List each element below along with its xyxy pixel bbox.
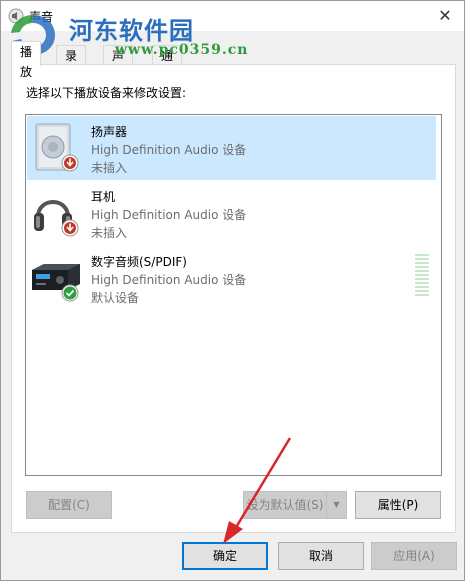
device-status: 未插入	[91, 161, 128, 175]
device-status: 未插入	[91, 226, 128, 240]
set-default-label: 设为默认值(S)	[246, 498, 324, 512]
window-title: 声音	[29, 10, 54, 24]
headphones-icon	[34, 200, 79, 237]
cancel-button[interactable]: 取消	[278, 542, 364, 570]
device-name: 数字音频(S/PDIF)	[91, 255, 187, 269]
close-button[interactable]: ✕	[434, 6, 456, 26]
tab-sounds[interactable]: 声音	[103, 45, 134, 83]
device-driver: High Definition Audio 设备	[91, 143, 247, 157]
tab-recording[interactable]: 录制	[56, 45, 87, 83]
apply-button[interactable]: 应用(A)	[371, 542, 457, 570]
sound-dialog: 声音 ✕ 播放 录制 声音 通信 选择以下播放设备来修改设置:	[0, 0, 465, 581]
ok-button[interactable]: 确定	[182, 542, 268, 570]
device-driver: High Definition Audio 设备	[91, 208, 247, 222]
unplugged-badge-icon	[61, 219, 79, 237]
device-name: 耳机	[91, 190, 116, 204]
speaker-title-icon	[8, 8, 24, 24]
speaker-icon	[35, 123, 79, 172]
device-row-speakers[interactable]: 扬声器 High Definition Audio 设备 未插入	[27, 116, 436, 180]
device-driver: High Definition Audio 设备	[91, 273, 247, 287]
tab-communications[interactable]: 通信	[152, 45, 183, 83]
device-row-headphones[interactable]: 耳机 High Definition Audio 设备 未插入	[27, 181, 436, 245]
device-name: 扬声器	[91, 125, 128, 139]
instruction-label: 选择以下播放设备来修改设置:	[26, 86, 187, 100]
properties-button[interactable]: 属性(P)	[355, 491, 441, 519]
digital-audio-receiver-icon	[32, 264, 80, 302]
tab-playback[interactable]: 播放	[11, 41, 42, 79]
chevron-down-icon[interactable]: ▼	[326, 492, 346, 518]
set-default-button[interactable]: 设为默认值(S) ▼	[243, 491, 347, 519]
unplugged-badge-icon	[61, 154, 79, 172]
default-check-badge-icon	[61, 284, 79, 302]
volume-level-meter	[415, 254, 429, 300]
device-status: 默认设备	[91, 291, 140, 305]
title-bar: 声音 ✕	[1, 1, 464, 31]
playback-device-list[interactable]: 扬声器 High Definition Audio 设备 未插入 耳机 High…	[25, 114, 442, 476]
device-row-digital-audio[interactable]: 数字音频(S/PDIF) High Definition Audio 设备 默认…	[27, 246, 436, 310]
playback-panel: 选择以下播放设备来修改设置: 扬声器 High Definition Audio	[11, 64, 456, 533]
configure-button[interactable]: 配置(C)	[26, 491, 112, 519]
